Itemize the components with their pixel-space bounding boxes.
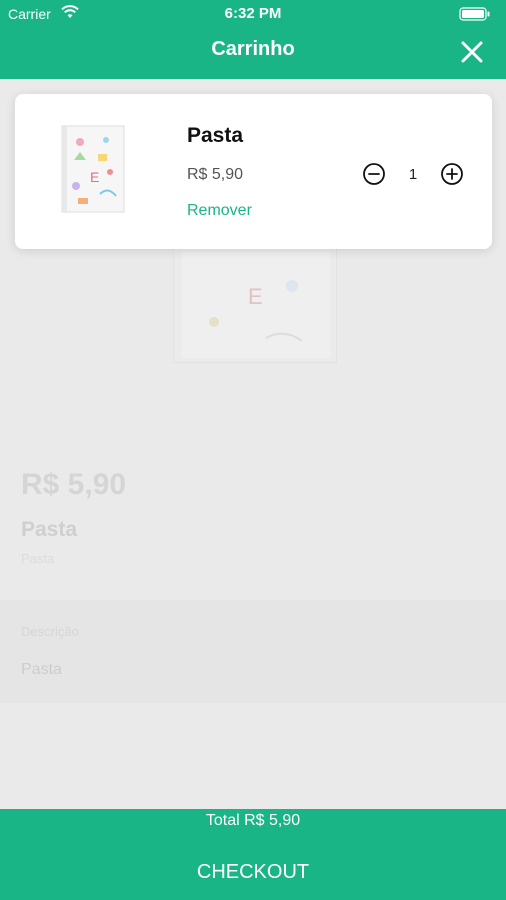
product-thumbnail: E — [61, 125, 125, 213]
description-section-background — [0, 599, 506, 703]
description-label-background: Descrição — [21, 624, 79, 639]
cart-item-price: R$ 5,90 — [187, 166, 244, 183]
status-bar: Carrier 6:32 PM — [0, 0, 506, 26]
plus-circle-icon — [441, 163, 463, 185]
quantity-stepper: 1 — [362, 160, 466, 188]
close-button[interactable] — [456, 36, 488, 68]
product-name-background: Pasta — [21, 518, 78, 541]
checkout-footer: Total R$ 5,90 CHECKOUT — [0, 809, 506, 900]
header-bar: Carrier 6:32 PM Carrinho — [0, 0, 506, 79]
product-image-background: E — [173, 245, 337, 363]
minus-circle-icon — [363, 163, 385, 185]
svg-text:E: E — [90, 169, 99, 185]
increase-quantity-button[interactable] — [440, 162, 464, 186]
checkout-button[interactable]: CHECKOUT — [0, 847, 506, 897]
quantity-value: 1 — [408, 166, 418, 183]
status-time: 6:32 PM — [224, 5, 282, 22]
battery-icon — [459, 7, 490, 21]
description-value-background: Pasta — [21, 661, 62, 678]
page-title: Carrinho — [211, 38, 295, 60]
cart-item-name: Pasta — [187, 124, 244, 147]
close-icon — [461, 41, 483, 63]
cart-total: Total R$ 5,90 — [205, 812, 301, 829]
product-price-background: R$ 5,90 — [21, 468, 127, 501]
svg-text:E: E — [248, 284, 263, 309]
product-subtitle-background: Pasta — [21, 551, 55, 566]
decrease-quantity-button[interactable] — [362, 162, 386, 186]
cart-item-card: E Pasta R$ 5,90 Remover 1 — [15, 94, 492, 249]
remove-item-button[interactable]: Remover — [187, 202, 252, 220]
